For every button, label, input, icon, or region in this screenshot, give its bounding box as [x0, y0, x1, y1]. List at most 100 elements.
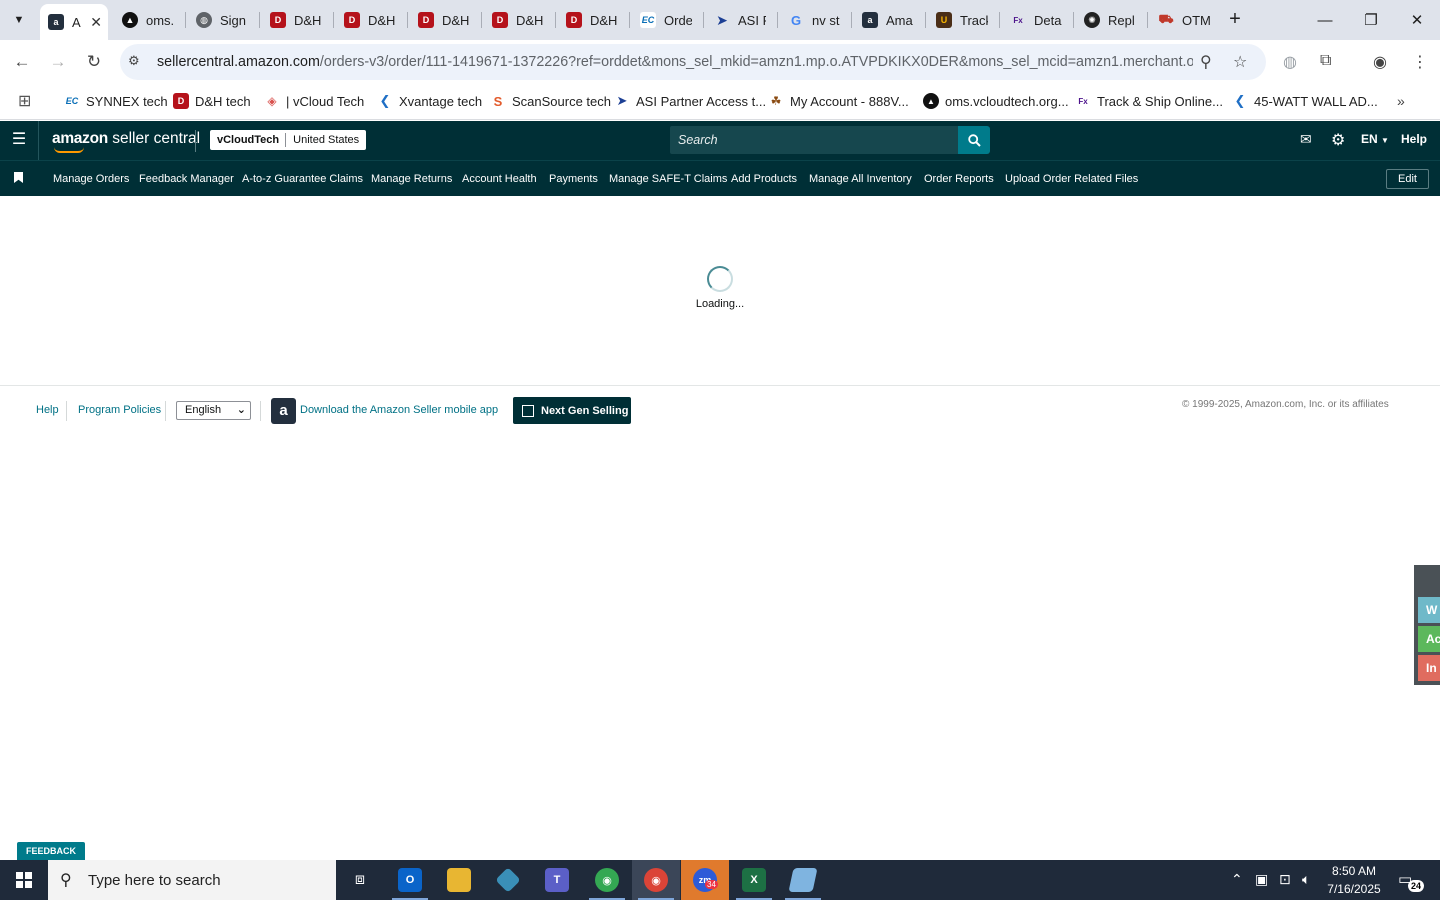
task-view-button[interactable]: ⧈	[336, 860, 384, 900]
tray-chevron-up-icon[interactable]: ⌃	[1231, 871, 1243, 888]
bookmark-icon[interactable]	[14, 172, 23, 183]
bookmark-oms[interactable]: ▲ oms.vcloudtech.org...	[923, 91, 1069, 111]
nav-account-health[interactable]: Account Health	[462, 173, 537, 185]
network-icon[interactable]: ⊡	[1279, 871, 1291, 888]
tab-4[interactable]: D D&H	[344, 6, 400, 34]
hamburger-menu-icon[interactable]: ☰	[10, 131, 28, 149]
footer-help-link[interactable]: Help	[36, 404, 59, 416]
new-tab-button[interactable]: +	[1222, 8, 1248, 32]
forward-button[interactable]: →	[46, 50, 70, 74]
tab-15[interactable]: ⛟ OTM	[1158, 6, 1214, 34]
bookmark-xvantage[interactable]: ❮ Xvantage tech	[377, 91, 483, 111]
zoom-icon[interactable]: ⚲	[1200, 52, 1212, 72]
tab-5[interactable]: D D&H	[418, 6, 474, 34]
volume-icon[interactable]: 🔈︎	[1302, 871, 1310, 888]
bookmark-45watt[interactable]: ❮ 45-WATT WALL AD...	[1232, 91, 1378, 111]
help-link[interactable]: Help	[1401, 132, 1427, 146]
profile-icon[interactable]: ◉	[1373, 52, 1387, 72]
close-icon[interactable]: ✕	[90, 14, 102, 31]
seller-central-logo[interactable]: amazon seller central	[52, 130, 200, 153]
seller-app-icon[interactable]: a	[271, 398, 296, 424]
side-tab-in[interactable]: In	[1418, 655, 1440, 681]
amazon-icon: a	[48, 14, 64, 30]
bookmark-synnex[interactable]: EC SYNNEX tech	[64, 91, 168, 111]
nav-feedback-manager[interactable]: Feedback Manager	[139, 173, 234, 185]
taskbar-chrome-2[interactable]: ◉	[632, 860, 680, 900]
extensions-icon[interactable]: ⧉	[1320, 52, 1331, 70]
tab-14[interactable]: ✺ Repl	[1084, 6, 1140, 34]
taskbar-file-explorer[interactable]	[435, 860, 483, 900]
store-selector[interactable]: vCloudTech United States	[210, 130, 367, 150]
taskbar-teams[interactable]: T	[533, 860, 581, 900]
taskbar-chrome-1[interactable]: ◉	[583, 860, 631, 900]
reload-button[interactable]: ↻	[82, 50, 106, 74]
tab-1[interactable]: ▲ oms.	[122, 6, 178, 34]
tab-2[interactable]: ◍ Sign	[196, 6, 252, 34]
side-tab-ac[interactable]: Ac	[1418, 626, 1440, 652]
tab-10[interactable]: G nv st	[788, 6, 844, 34]
task-view-icon: ⧈	[354, 871, 366, 888]
next-gen-selling-button[interactable]: Next Gen Selling	[513, 397, 631, 424]
seller-search-input[interactable]: Search	[670, 126, 960, 154]
nav-add-products[interactable]: Add Products	[731, 173, 797, 185]
side-tab-w[interactable]: W	[1418, 597, 1440, 623]
taskbar-notepad[interactable]	[779, 860, 827, 900]
nav-payments[interactable]: Payments	[549, 173, 598, 185]
bookmark-dh[interactable]: D D&H tech	[173, 91, 251, 111]
tab-12[interactable]: U Track	[936, 6, 992, 34]
tab-13[interactable]: Fx Deta	[1010, 6, 1066, 34]
nav-order-reports[interactable]: Order Reports	[924, 173, 994, 185]
mail-icon[interactable]: ✉	[1300, 131, 1312, 148]
download-app-link[interactable]: Download the Amazon Seller mobile app	[300, 404, 498, 416]
tab-0[interactable]: a A ✕	[40, 4, 108, 40]
minimize-button[interactable]: —	[1302, 0, 1348, 40]
translate-icon[interactable]: ◍	[1283, 52, 1297, 72]
nav-manage-inventory[interactable]: Manage All Inventory	[809, 173, 912, 185]
search-button[interactable]	[958, 126, 990, 154]
feedback-button[interactable]: FEEDBACK ✕	[17, 842, 85, 874]
nav-a-to-z-claims[interactable]: A-to-z Guarantee Claims	[242, 173, 363, 185]
vcloud-diamond-icon: ◈	[267, 94, 277, 108]
taskbar-search-input[interactable]: ⚲ Type here to search	[48, 860, 336, 900]
footer-language-select[interactable]: English ⌄	[176, 401, 251, 420]
bookmark-scansource[interactable]: S ScanSource tech	[490, 91, 611, 111]
bookmark-my-account[interactable]: ☘ My Account - 888V...	[768, 91, 909, 111]
nav-safe-t-claims[interactable]: Manage SAFE-T Claims	[609, 173, 727, 185]
bookmark-fedex[interactable]: Fx Track & Ship Online...	[1075, 91, 1223, 111]
address-bar[interactable]: ⚙ sellercentral.amazon.com/orders-v3/ord…	[120, 44, 1266, 80]
chrome-icon: ◉	[644, 868, 668, 892]
taskbar-app-diamond[interactable]	[484, 860, 532, 900]
nav-manage-orders[interactable]: Manage Orders	[53, 173, 129, 185]
start-button[interactable]	[0, 860, 48, 900]
nav-manage-returns[interactable]: Manage Returns	[371, 173, 452, 185]
taskbar-zoom[interactable]: zm 34	[681, 860, 729, 900]
restore-button[interactable]: ❐	[1348, 0, 1394, 40]
tab-8[interactable]: EC Orde	[640, 6, 696, 34]
tab-6[interactable]: D D&H	[492, 6, 548, 34]
tab-11[interactable]: a Ama	[862, 6, 918, 34]
tab-7[interactable]: D D&H	[566, 6, 622, 34]
more-bookmarks-icon[interactable]: »	[1397, 91, 1405, 111]
taskbar-clock[interactable]: 8:50 AM 7/16/2025	[1318, 862, 1390, 898]
url-text[interactable]: sellercentral.amazon.com/orders-v3/order…	[157, 54, 1193, 70]
tab-search-button[interactable]: ▼	[6, 7, 32, 33]
taskbar-excel[interactable]: X	[730, 860, 778, 900]
gear-icon[interactable]: ⚙	[1331, 130, 1345, 150]
program-policies-link[interactable]: Program Policies	[78, 404, 161, 416]
bookmark-vcloud[interactable]: ◈ | vCloud Tech	[264, 91, 364, 111]
edit-nav-button[interactable]: Edit	[1386, 169, 1429, 189]
taskbar-outlook[interactable]: O	[386, 860, 434, 900]
bookmark-asi[interactable]: ➤ ASI Partner Access t...	[614, 91, 767, 111]
dh-icon: D	[173, 93, 189, 109]
close-window-button[interactable]: ✕	[1394, 0, 1440, 40]
menu-kebab-icon[interactable]: ⋮	[1412, 52, 1428, 72]
apps-grid-icon[interactable]: ⊞	[18, 91, 31, 111]
back-button[interactable]: ←	[10, 50, 34, 74]
tray-device-icon[interactable]: ▣	[1255, 871, 1268, 888]
tab-3[interactable]: D D&H	[270, 6, 326, 34]
bookmark-star-icon[interactable]: ☆	[1233, 52, 1247, 72]
language-selector[interactable]: EN ▼	[1361, 132, 1389, 146]
nav-upload-files[interactable]: Upload Order Related Files	[1005, 173, 1138, 185]
tab-9[interactable]: ➤ ASI P	[714, 6, 770, 34]
site-settings-icon[interactable]: ⚙	[128, 53, 140, 69]
